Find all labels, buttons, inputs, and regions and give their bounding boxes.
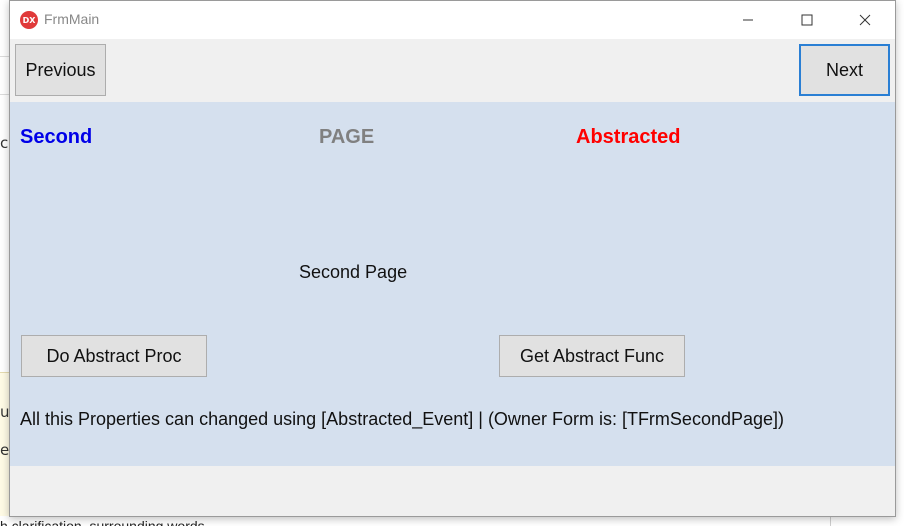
get-abstract-func-button[interactable]: Get Abstract Func	[499, 335, 685, 377]
second-label: Second	[20, 126, 93, 148]
minimize-icon	[743, 19, 753, 21]
background-app-bottom-edge: h clarification, surrounding words	[0, 516, 904, 526]
bottom-panel	[10, 466, 895, 516]
background-text-fragment: e	[0, 441, 10, 459]
page-label: PAGE	[319, 126, 375, 148]
title-bar[interactable]: DX FrmMain	[10, 1, 895, 39]
previous-button[interactable]: Previous	[15, 44, 106, 96]
maximize-icon	[801, 14, 813, 26]
do-abstract-proc-button[interactable]: Do Abstract Proc	[21, 335, 207, 377]
abstracted-label: Abstracted	[576, 126, 681, 148]
next-button[interactable]: Next	[799, 44, 890, 96]
close-icon	[859, 14, 871, 26]
navigation-toolbar: Previous Next	[10, 39, 895, 102]
background-text-fragment: c	[0, 134, 9, 152]
second-page-panel: Second PAGE Abstracted Second Page Do Ab…	[10, 102, 895, 466]
background-divider	[830, 516, 831, 526]
minimize-button[interactable]	[725, 1, 771, 39]
maximize-button[interactable]	[784, 1, 830, 39]
background-text-fragment: h clarification, surrounding words	[0, 518, 205, 526]
window-title: FrmMain	[44, 11, 100, 27]
main-window: DX FrmMain Previous Next Second PAGE Abs…	[9, 0, 896, 517]
page-caption: Second Page	[299, 262, 408, 282]
app-logo-icon: DX	[20, 11, 38, 29]
properties-info-text: All this Properties can changed using [A…	[20, 409, 785, 429]
close-button[interactable]	[842, 1, 888, 39]
